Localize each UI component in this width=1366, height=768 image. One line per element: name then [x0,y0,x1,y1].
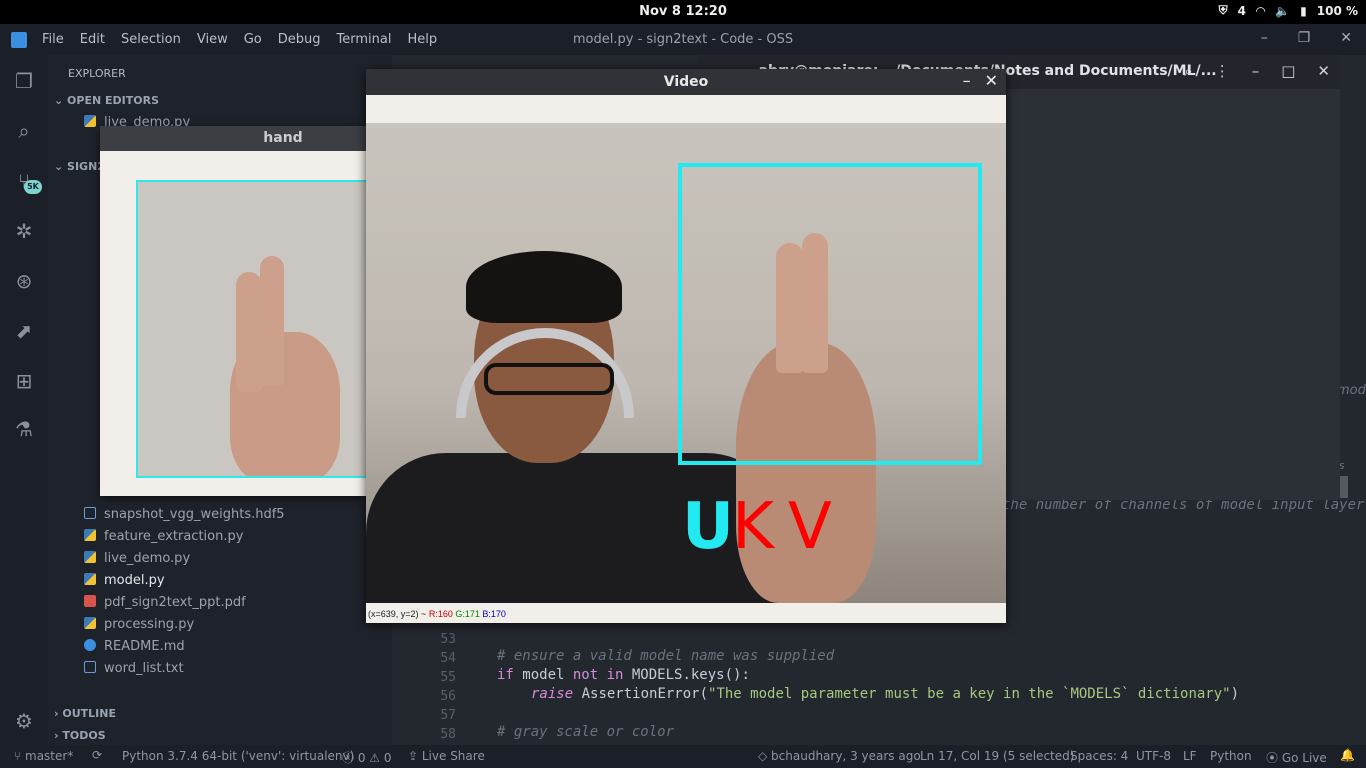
language-mode[interactable]: Python [1210,749,1252,763]
minimize-icon[interactable]: – [1252,62,1260,80]
close-icon[interactable]: ✕ [1317,62,1330,80]
python-file-icon [84,551,96,563]
file-item[interactable]: snapshot_vgg_weights.hdf5 [84,507,285,522]
file-item[interactable]: live_demo.py [84,551,190,566]
scm-badge: 5K [24,180,42,194]
maximize-icon[interactable]: □ [1281,62,1295,80]
system-top-bar: Nov 8 12:20 ⛨ 4 ◠ 🔈 ▮ 100 % [0,0,1366,24]
extensions-icon[interactable]: ⊞ [12,369,36,393]
search-icon[interactable]: ⌕ [12,119,36,143]
python-interpreter[interactable]: Python 3.7.4 64-bit ('venv': virtualenv) [122,749,354,763]
status-bar: ⑂ master* ⟳ Python 3.7.4 64-bit ('venv':… [0,745,1366,768]
line-ending[interactable]: LF [1183,749,1197,763]
system-tray[interactable]: ⛨ 4 ◠ 🔈 ▮ 100 % [1219,3,1358,18]
battery-level: 100 % [1316,3,1358,18]
outline-section[interactable]: › OUTLINE [54,707,116,720]
prediction-current-letter: U [682,490,734,564]
video-title-bar[interactable]: Video – ✕ [366,69,1006,95]
line-number: 57 [440,708,456,723]
todos-section[interactable]: › TODOS [54,729,106,742]
title-menu-bar: File Edit Selection View Go Debug Termin… [0,24,1366,55]
shield-icon[interactable]: ⛨ [1219,3,1228,18]
indentation[interactable]: Spaces: 4 [1070,749,1128,763]
problems-indicator[interactable]: ⓧ 0 ⚠ 0 [342,749,392,766]
file-icon [84,507,96,519]
clock[interactable]: Nov 8 12:20 [0,4,1366,19]
minimize-icon[interactable]: – [1261,30,1268,46]
code-line: raise AssertionError("The model paramete… [531,686,1240,702]
test-icon[interactable]: ⚗ [12,417,36,441]
activity-bar: ❐ ⌕ ⑂ 5K ✲ ⊛ ⬈ ⊞ ⚗ ⚙ [0,55,48,745]
text-file-icon [84,661,96,673]
explorer-icon[interactable]: ❐ [12,69,36,93]
window-title: model.py - sign2text - Code - OSS [572,32,794,47]
open-editors-section[interactable]: ⌄ OPEN EDITORS [54,94,159,107]
hand-roi-box [678,163,982,465]
terminal-scrollbar[interactable] [1340,476,1348,498]
minimize-icon[interactable]: – [963,71,971,90]
notifications-bell-icon[interactable]: 🔔 [1340,748,1355,762]
video-window[interactable]: Video – ✕ U KV (x=639, y=2) ~ R:160 G:17… [366,69,1006,623]
go-live-button[interactable]: ⦿ Go Live [1266,749,1327,766]
git-graph-icon[interactable]: ⊛ [12,269,36,293]
glasses [484,363,614,395]
notification-count: 4 [1237,3,1246,18]
file-item[interactable]: README.md [84,639,185,654]
line-number: 56 [440,689,456,704]
code-line: # gray scale or color [497,724,675,740]
file-item[interactable]: processing.py [84,617,194,632]
finger [260,256,284,386]
webcam-frame: U KV [366,123,1006,603]
explorer-header: EXPLORER [68,67,126,80]
encoding[interactable]: UTF-8 [1136,749,1171,763]
close-icon[interactable]: ✕ [985,71,998,90]
live-share-button[interactable]: ⇪ Live Share [408,749,485,763]
python-file-icon [84,573,96,585]
line-number: 55 [440,670,456,685]
file-item[interactable]: word_list.txt [84,661,184,676]
python-file-icon [84,529,96,541]
wifi-icon[interactable]: ◠ [1256,4,1265,18]
finger [236,272,262,392]
pixel-status: (x=639, y=2) ~ R:160 G:171 B:170 [368,609,506,619]
settings-icon[interactable]: ⚙ [12,709,36,733]
cursor-position[interactable]: Ln 17, Col 19 (5 selected) [920,749,1074,763]
window-controls: – ❐ ✕ [1261,30,1352,46]
git-blame[interactable]: ◇ bchaudhary, 3 years ago [758,749,921,763]
branch-indicator[interactable]: ⑂ master* [14,749,73,763]
prediction-letters: KV [732,490,846,564]
python-file-icon [84,617,96,629]
hand-title-bar[interactable]: hand [100,126,366,151]
python-file-icon [84,115,96,127]
line-number: 54 [440,651,456,666]
file-item-active[interactable]: model.py [84,573,165,588]
code-line: # ensure a valid model name was supplied [497,648,835,664]
code-line: if model not in MODELS.keys(): [497,667,750,683]
file-item[interactable]: feature_extraction.py [84,529,243,544]
hand-window[interactable]: hand [100,126,368,496]
video-controls: – ✕ [963,71,998,90]
info-file-icon [84,639,96,651]
project-section[interactable]: ⌄ SIGN2 [54,160,105,173]
debug-icon[interactable]: ✲ [12,219,36,243]
remote-icon[interactable]: ⬈ [12,319,36,343]
restore-icon[interactable]: ❐ [1298,30,1311,46]
line-number: 58 [440,727,456,742]
terminal-controls: ⌕ ⋮ – □ ✕ [1184,62,1330,80]
pdf-file-icon [84,595,96,607]
volume-icon[interactable]: 🔈 [1275,4,1290,18]
video-title: Video [663,74,709,90]
menu-icon[interactable]: ⋮ [1215,62,1230,80]
line-number: 53 [440,632,456,647]
file-item[interactable]: pdf_sign2text_ppt.pdf [84,595,246,610]
search-icon[interactable]: ⌕ [1184,62,1192,80]
battery-icon[interactable]: ▮ [1300,4,1307,18]
sync-icon[interactable]: ⟳ [92,748,102,762]
hand-image [136,180,368,478]
person-hair [466,251,622,323]
code-fragment: mode [1337,383,1366,398]
close-icon[interactable]: ✕ [1340,30,1352,46]
